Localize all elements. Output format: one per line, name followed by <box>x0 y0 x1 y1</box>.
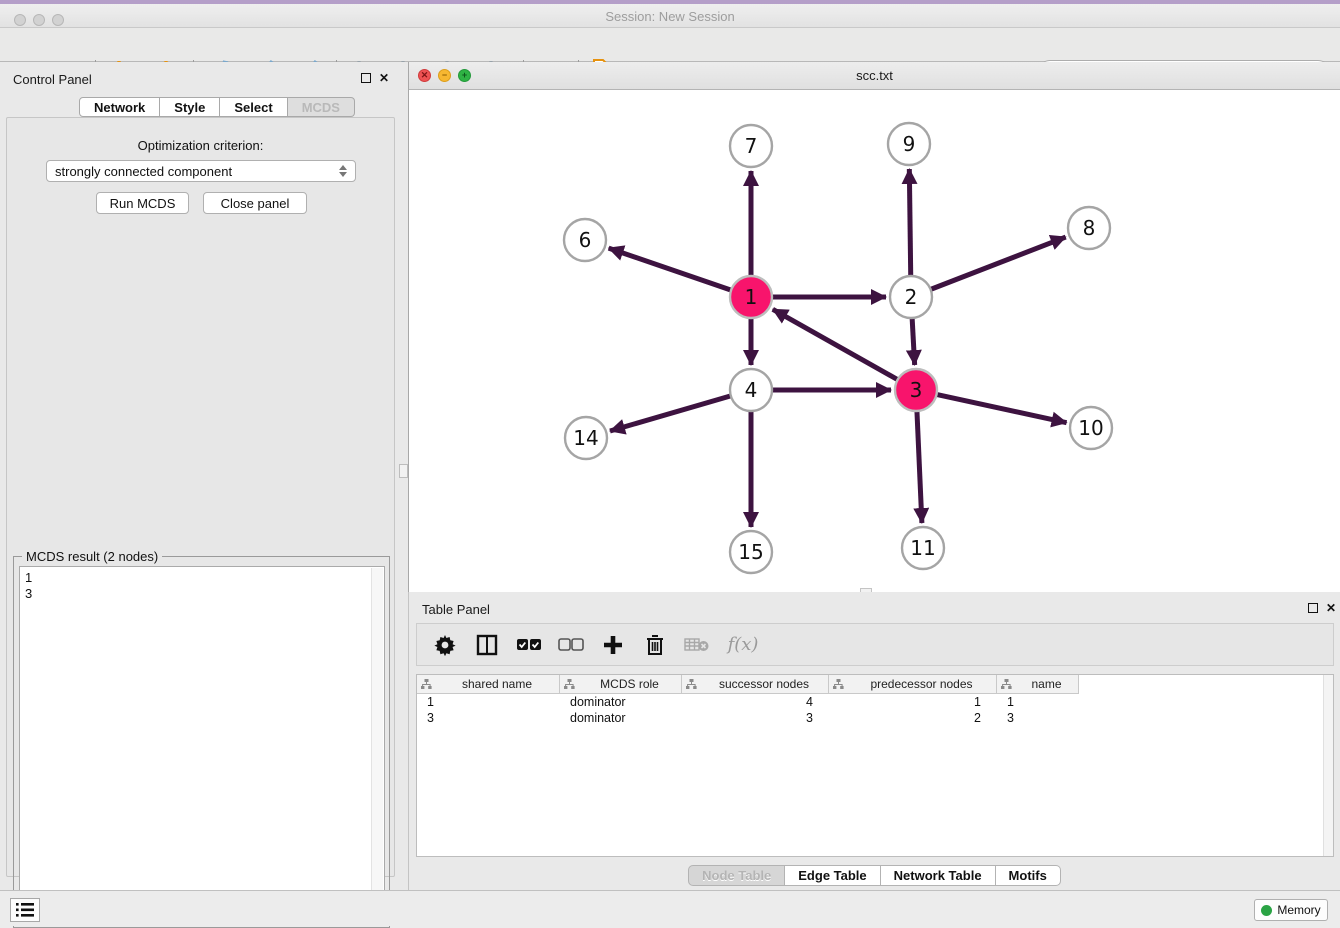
close-panel-icon[interactable]: ✕ <box>377 71 391 85</box>
float-panel-icon[interactable] <box>359 71 373 85</box>
select-all-columns-icon[interactable] <box>515 631 543 659</box>
criterion-select[interactable]: strongly connected component <box>46 160 356 182</box>
cell-shared-name[interactable]: 1 <box>417 694 560 710</box>
application-window: Session: New Session <box>0 0 1340 926</box>
cell-successor-nodes[interactable]: 4 <box>682 694 829 710</box>
control-panel-tabs: NetworkStyleSelectMCDS <box>79 97 355 117</box>
cell-shared-name[interactable]: 3 <box>417 710 560 726</box>
tab-node-table[interactable]: Node Table <box>688 865 785 886</box>
graph-edge-2-3[interactable] <box>912 315 915 365</box>
show-columns-icon[interactable] <box>473 631 501 659</box>
cell-MCDS-role[interactable]: dominator <box>560 694 682 710</box>
graph-node-label-7: 7 <box>745 134 758 158</box>
graph-edge-2-8[interactable] <box>928 237 1066 290</box>
graph-node-label-14: 14 <box>573 426 598 450</box>
splitter-grip[interactable] <box>399 464 408 478</box>
float-table-panel-icon[interactable] <box>1306 601 1320 615</box>
memory-button[interactable]: Memory <box>1254 899 1328 921</box>
graph-edge-3-11[interactable] <box>917 408 922 523</box>
list-icon <box>16 903 34 917</box>
status-bar: Memory <box>0 890 1340 926</box>
result-scrollbar[interactable] <box>371 568 383 923</box>
memory-label: Memory <box>1277 903 1320 917</box>
cell-name[interactable]: 1 <box>997 694 1079 710</box>
tab-network-table[interactable]: Network Table <box>881 865 996 886</box>
tab-network[interactable]: Network <box>79 97 160 117</box>
network-graph[interactable]: 7 9 6 8 1 2 4 3 14 10 15 11 <box>409 90 1339 592</box>
fx-label: f(x) <box>728 634 759 655</box>
graph-node-label-15: 15 <box>738 540 763 564</box>
tab-motifs[interactable]: Motifs <box>996 865 1061 886</box>
graph-edge-2-9[interactable] <box>909 169 910 279</box>
table-scrollbar[interactable] <box>1323 675 1333 856</box>
mcds-panel: Optimization criterion: strongly connect… <box>6 117 395 877</box>
add-column-icon[interactable] <box>599 631 627 659</box>
memory-status-icon <box>1261 905 1272 916</box>
node-table[interactable]: shared nameMCDS rolesuccessor nodesprede… <box>416 674 1334 857</box>
column-header-shared-name[interactable]: shared name <box>417 675 560 694</box>
graph-node-label-9: 9 <box>903 132 916 156</box>
cell-MCDS-role[interactable]: dominator <box>560 710 682 726</box>
column-header-name[interactable]: name <box>997 675 1079 694</box>
column-header-predecessor-nodes[interactable]: predecessor nodes <box>829 675 997 694</box>
run-mcds-button[interactable]: Run MCDS <box>96 192 189 214</box>
graph-node-label-8: 8 <box>1083 216 1096 240</box>
tab-mcds[interactable]: MCDS <box>288 97 355 117</box>
delete-column-icon[interactable] <box>641 631 669 659</box>
table-mode-icon[interactable] <box>431 631 459 659</box>
control-panel-title: Control Panel <box>13 72 92 87</box>
graph-node-label-6: 6 <box>579 228 592 252</box>
graph-edge-3-1[interactable] <box>773 309 901 381</box>
network-canvas[interactable]: 7 9 6 8 1 2 4 3 14 10 15 11 <box>409 90 1339 592</box>
network-view-window: ✕ − + scc.txt 7 9 6 8 1 2 4 3 14 10 15 11 <box>408 62 1340 592</box>
graph-node-label-2: 2 <box>905 285 918 309</box>
graph-node-label-11: 11 <box>910 536 935 560</box>
cell-name[interactable]: 3 <box>997 710 1079 726</box>
criterion-value: strongly connected component <box>55 164 232 179</box>
graph-node-label-1: 1 <box>745 285 758 309</box>
mcds-result-values: 1 3 <box>25 570 32 602</box>
cell-predecessor-nodes[interactable]: 1 <box>829 694 997 710</box>
graph-edge-1-6[interactable] <box>609 248 734 291</box>
tab-edge-table[interactable]: Edge Table <box>785 865 880 886</box>
cell-successor-nodes[interactable]: 3 <box>682 710 829 726</box>
graph-node-label-3: 3 <box>910 378 923 402</box>
optimization-criterion-label: Optimization criterion: <box>7 138 394 153</box>
column-header-MCDS-role[interactable]: MCDS role <box>560 675 682 694</box>
graph-node-label-4: 4 <box>745 378 758 402</box>
graph-edge-4-14[interactable] <box>610 395 734 431</box>
select-stepper-icon <box>339 165 347 177</box>
table-panel: Table Panel ✕ <box>408 592 1340 890</box>
network-window-titlebar[interactable]: ✕ − + scc.txt <box>409 62 1340 90</box>
main-toolbar <box>0 28 1340 62</box>
table-header-row: shared nameMCDS rolesuccessor nodesprede… <box>417 675 1333 694</box>
table-toolbar: f(x) <box>416 623 1334 666</box>
window-title: Session: New Session <box>0 9 1340 24</box>
mcds-result-group: MCDS result (2 nodes) 1 3 <box>13 556 390 928</box>
deselect-all-columns-icon[interactable] <box>557 631 585 659</box>
close-panel-button[interactable]: Close panel <box>203 192 307 214</box>
table-row-0[interactable]: 1dominator411 <box>417 694 1333 710</box>
graph-edge-3-10[interactable] <box>934 394 1067 423</box>
network-window-title: scc.txt <box>409 68 1340 83</box>
mcds-result-textarea[interactable]: 1 3 <box>19 566 385 923</box>
graph-node-label-10: 10 <box>1078 416 1103 440</box>
mcds-result-title: MCDS result (2 nodes) <box>22 549 162 564</box>
table-body: 1dominator4113dominator323 <box>417 694 1333 726</box>
table-tabs: Node TableEdge TableNetwork TableMotifs <box>409 865 1340 886</box>
cell-predecessor-nodes[interactable]: 2 <box>829 710 997 726</box>
close-table-panel-icon[interactable]: ✕ <box>1324 601 1338 615</box>
table-panel-title: Table Panel <box>422 602 490 617</box>
table-row-1[interactable]: 3dominator323 <box>417 710 1333 726</box>
delete-table-icon <box>683 631 711 659</box>
titlebar[interactable]: Session: New Session <box>0 4 1340 28</box>
tab-style[interactable]: Style <box>160 97 220 117</box>
task-history-button[interactable] <box>10 898 40 922</box>
column-header-successor-nodes[interactable]: successor nodes <box>682 675 829 694</box>
control-panel: Control Panel ✕ NetworkStyleSelectMCDS O… <box>0 62 401 890</box>
tab-select[interactable]: Select <box>220 97 287 117</box>
function-builder-icon: f(x) <box>725 631 761 659</box>
